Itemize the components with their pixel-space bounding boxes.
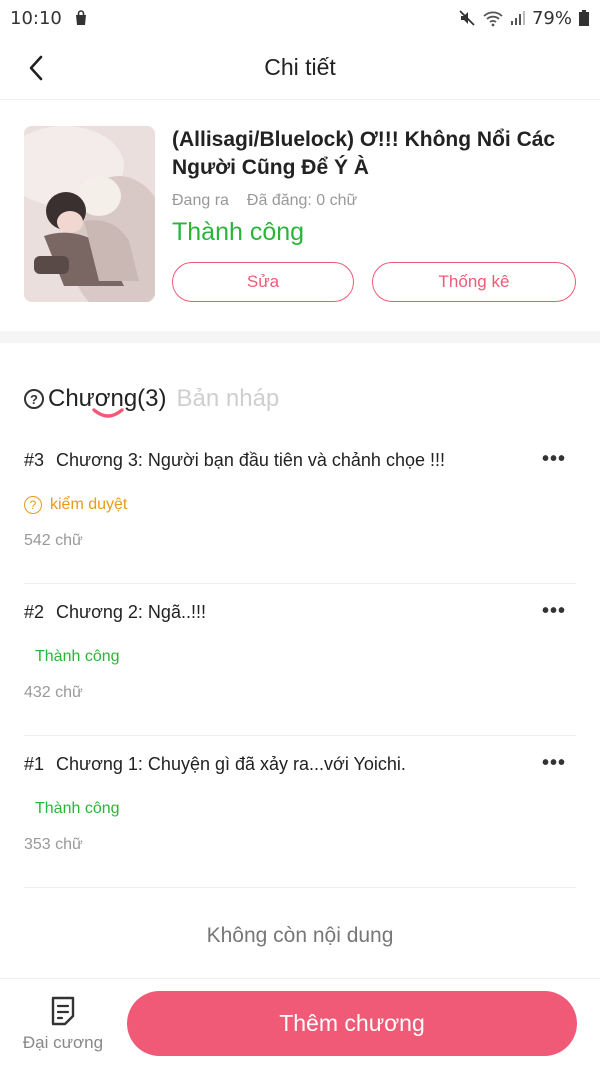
- story-meta: Đang ra Đã đăng: 0 chữ: [172, 192, 580, 210]
- edit-button[interactable]: Sửa: [172, 262, 354, 302]
- chapter-word-count: 353 chữ: [24, 836, 83, 853]
- status-time: 10:10: [10, 7, 62, 29]
- bottom-bar: Đại cương Thêm chương: [0, 978, 600, 1067]
- mute-icon: [459, 10, 475, 26]
- chapter-word-count: 542 chữ: [24, 532, 83, 549]
- battery-icon: [579, 10, 589, 26]
- stats-button[interactable]: Thống kê: [372, 262, 576, 302]
- chapter-title: #2 Chương 2: Ngã..!!!: [24, 602, 206, 623]
- story-card: (Allisagi/Bluelock) Ơ!!! Không Nổi Các N…: [24, 126, 580, 306]
- app-header: Chi tiết: [0, 36, 600, 100]
- chapter-status: Thành công: [35, 648, 120, 666]
- chapter-tabs: ? Chương(3) Bản nháp: [24, 374, 279, 424]
- more-options-icon[interactable]: •••: [542, 600, 566, 623]
- chapter-title: #1 Chương 1: Chuyện gì đã xảy ra...với Y…: [24, 754, 406, 775]
- list-item[interactable]: #2 Chương 2: Ngã..!!! ••• Thành công 432…: [24, 584, 576, 736]
- chapter-number: #2: [24, 602, 45, 622]
- shopping-bag-icon: [75, 10, 86, 25]
- cover-illustration: [24, 126, 155, 302]
- story-title: (Allisagi/Bluelock) Ơ!!! Không Nổi Các N…: [172, 128, 556, 179]
- chapter-title: #3 Chương 3: Người bạn đầu tiên và chảnh…: [24, 450, 445, 471]
- chapter-list: #3 Chương 3: Người bạn đầu tiên và chảnh…: [24, 432, 576, 888]
- signal-icon: [510, 11, 525, 25]
- story-state: Đang ra: [172, 192, 229, 209]
- notes-icon: [51, 996, 75, 1026]
- chapter-status-label: Thành công: [35, 800, 120, 817]
- more-options-icon[interactable]: •••: [542, 752, 566, 775]
- chapter-name: Chương 2: Ngã..!!!: [56, 602, 206, 622]
- status-bar: 10:10 79%: [0, 0, 600, 36]
- outline-button[interactable]: Đại cương: [20, 995, 106, 1053]
- chapter-status: Thành công: [35, 800, 120, 818]
- chapter-status-label: kiểm duyệt: [50, 496, 128, 513]
- tab-drafts[interactable]: Bản nháp: [177, 385, 280, 413]
- battery-percent: 79%: [531, 7, 572, 29]
- story-actions: Sửa Thống kê: [172, 262, 576, 302]
- chapter-name: Chương 1: Chuyện gì đã xảy ra...với Yoic…: [56, 754, 406, 774]
- chapter-number: #3: [24, 450, 45, 470]
- chapter-number: #1: [24, 754, 45, 774]
- wifi-icon: [483, 11, 503, 27]
- more-options-icon[interactable]: •••: [542, 448, 566, 471]
- chevron-left-icon: [29, 55, 43, 81]
- active-tab-indicator: [92, 408, 124, 418]
- page-title: Chi tiết: [264, 54, 336, 80]
- pending-review-icon: ?: [24, 496, 42, 514]
- chapter-status: ? kiểm duyệt: [24, 496, 127, 514]
- help-icon[interactable]: ?: [24, 389, 44, 409]
- list-item[interactable]: #3 Chương 3: Người bạn đầu tiên và chảnh…: [24, 432, 576, 584]
- chapter-status-label: Thành công: [35, 648, 120, 665]
- chapter-name: Chương 3: Người bạn đầu tiên và chảnh ch…: [56, 450, 445, 470]
- back-button[interactable]: [18, 50, 54, 86]
- chapter-word-count: 432 chữ: [24, 684, 83, 701]
- story-info: (Allisagi/Bluelock) Ơ!!! Không Nổi Các N…: [172, 126, 580, 247]
- end-of-list-text: Không còn nội dung: [206, 924, 394, 947]
- story-published-words: Đã đăng: 0 chữ: [246, 192, 358, 209]
- story-status: Thành công: [172, 218, 305, 246]
- story-cover-image[interactable]: [24, 126, 155, 302]
- outline-label: Đại cương: [22, 1033, 104, 1052]
- section-divider: [0, 331, 600, 343]
- list-item[interactable]: #1 Chương 1: Chuyện gì đã xảy ra...với Y…: [24, 736, 576, 888]
- add-chapter-button[interactable]: Thêm chương: [127, 991, 577, 1056]
